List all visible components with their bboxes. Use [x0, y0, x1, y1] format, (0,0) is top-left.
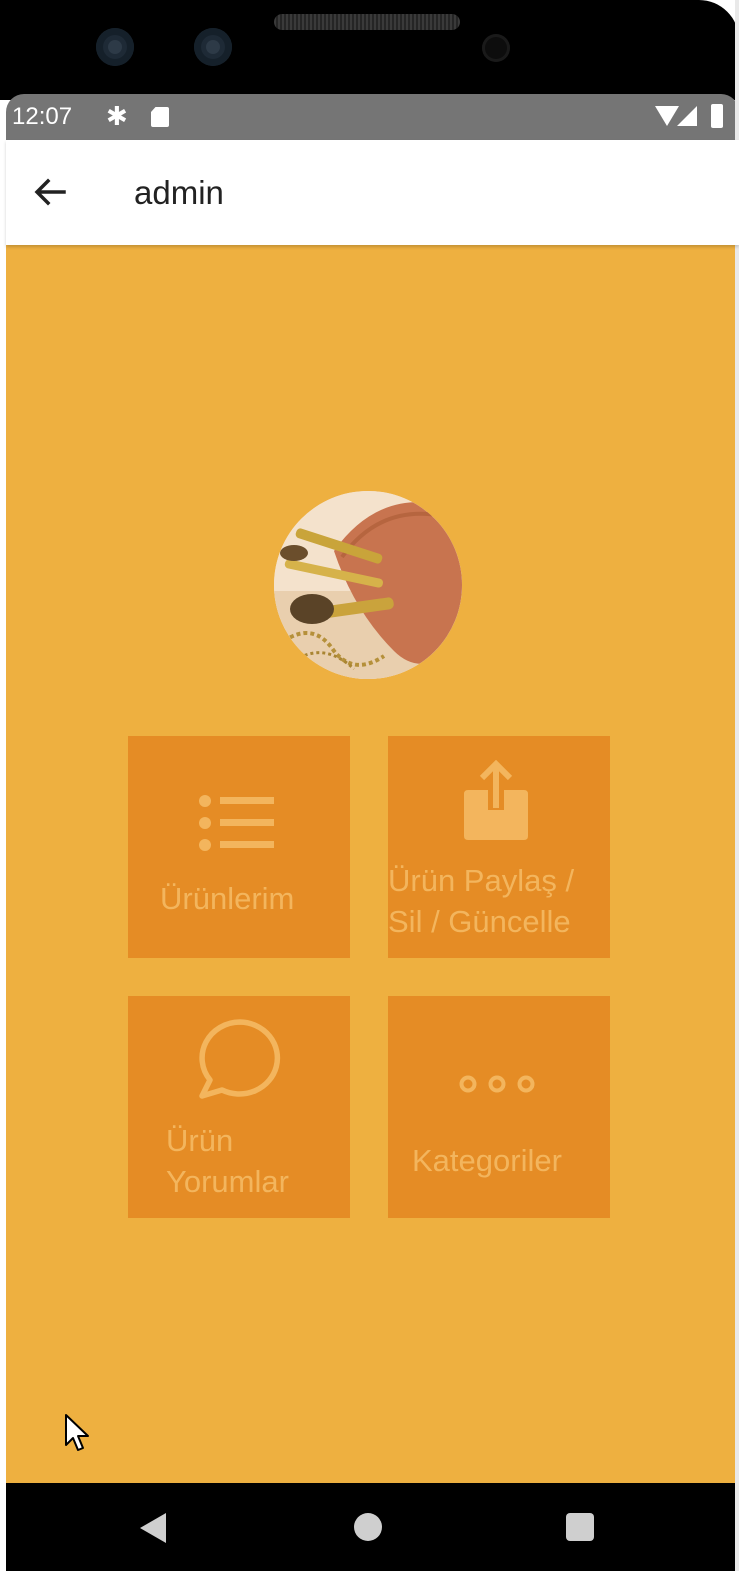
- status-bar: 12:07 ✱: [6, 94, 739, 140]
- phone-top-bezel: [0, 0, 739, 100]
- battery-icon: [711, 104, 723, 128]
- page-title: admin: [134, 174, 224, 211]
- camera-lens-left: [96, 28, 134, 66]
- status-time: 12:07: [12, 103, 73, 130]
- gear-icon: ✱: [106, 101, 128, 131]
- tile-urun-paylas[interactable]: Ürün Paylaş / Sil / Güncelle: [388, 736, 610, 958]
- more-horizontal-icon: [459, 1075, 535, 1093]
- arrow-back-icon: [34, 178, 66, 206]
- tile-label-line2: Sil / Güncelle: [388, 904, 571, 939]
- chat-bubble-icon: [199, 1019, 281, 1099]
- tile-label-line1: Ürün Paylaş /: [388, 863, 575, 898]
- admin-dashboard: Ürünlerim Ürün Paylaş / Sil / Güncelle Ü…: [6, 245, 739, 1483]
- tile-label-line1: Ürün: [166, 1123, 234, 1158]
- wifi-icon: [655, 106, 679, 126]
- app-bar: admin: [6, 140, 739, 245]
- share-icon: [464, 760, 528, 840]
- back-button[interactable]: [26, 168, 74, 216]
- home-nav-icon[interactable]: [354, 1513, 382, 1541]
- recents-nav-icon[interactable]: [566, 1513, 594, 1541]
- makeup-brushes-photo: [274, 491, 462, 679]
- back-nav-icon[interactable]: [140, 1513, 166, 1543]
- tile-label: Kategoriler: [412, 1143, 562, 1178]
- phone-device: 12:07 ✱ admin Ürünlerim Ürün Paylaş / Si…: [0, 0, 739, 1571]
- front-sensor: [482, 34, 510, 62]
- tile-label: Ürünlerim: [160, 881, 295, 916]
- tile-label-line2: Yorumlar: [166, 1164, 289, 1199]
- mouse-cursor-icon: [65, 1414, 89, 1451]
- tile-urun-yorumlar[interactable]: Ürün Yorumlar: [128, 996, 350, 1218]
- avatar: [274, 491, 462, 679]
- earpiece-speaker: [274, 14, 460, 30]
- signal-icon: [677, 106, 697, 126]
- navigation-bar: [6, 1483, 739, 1571]
- list-icon: [199, 795, 274, 851]
- tile-kategoriler[interactable]: Kategoriler: [388, 996, 610, 1218]
- tile-urunlerim[interactable]: Ürünlerim: [128, 736, 350, 958]
- camera-lens-right: [194, 28, 232, 66]
- sd-card-icon: [151, 107, 169, 127]
